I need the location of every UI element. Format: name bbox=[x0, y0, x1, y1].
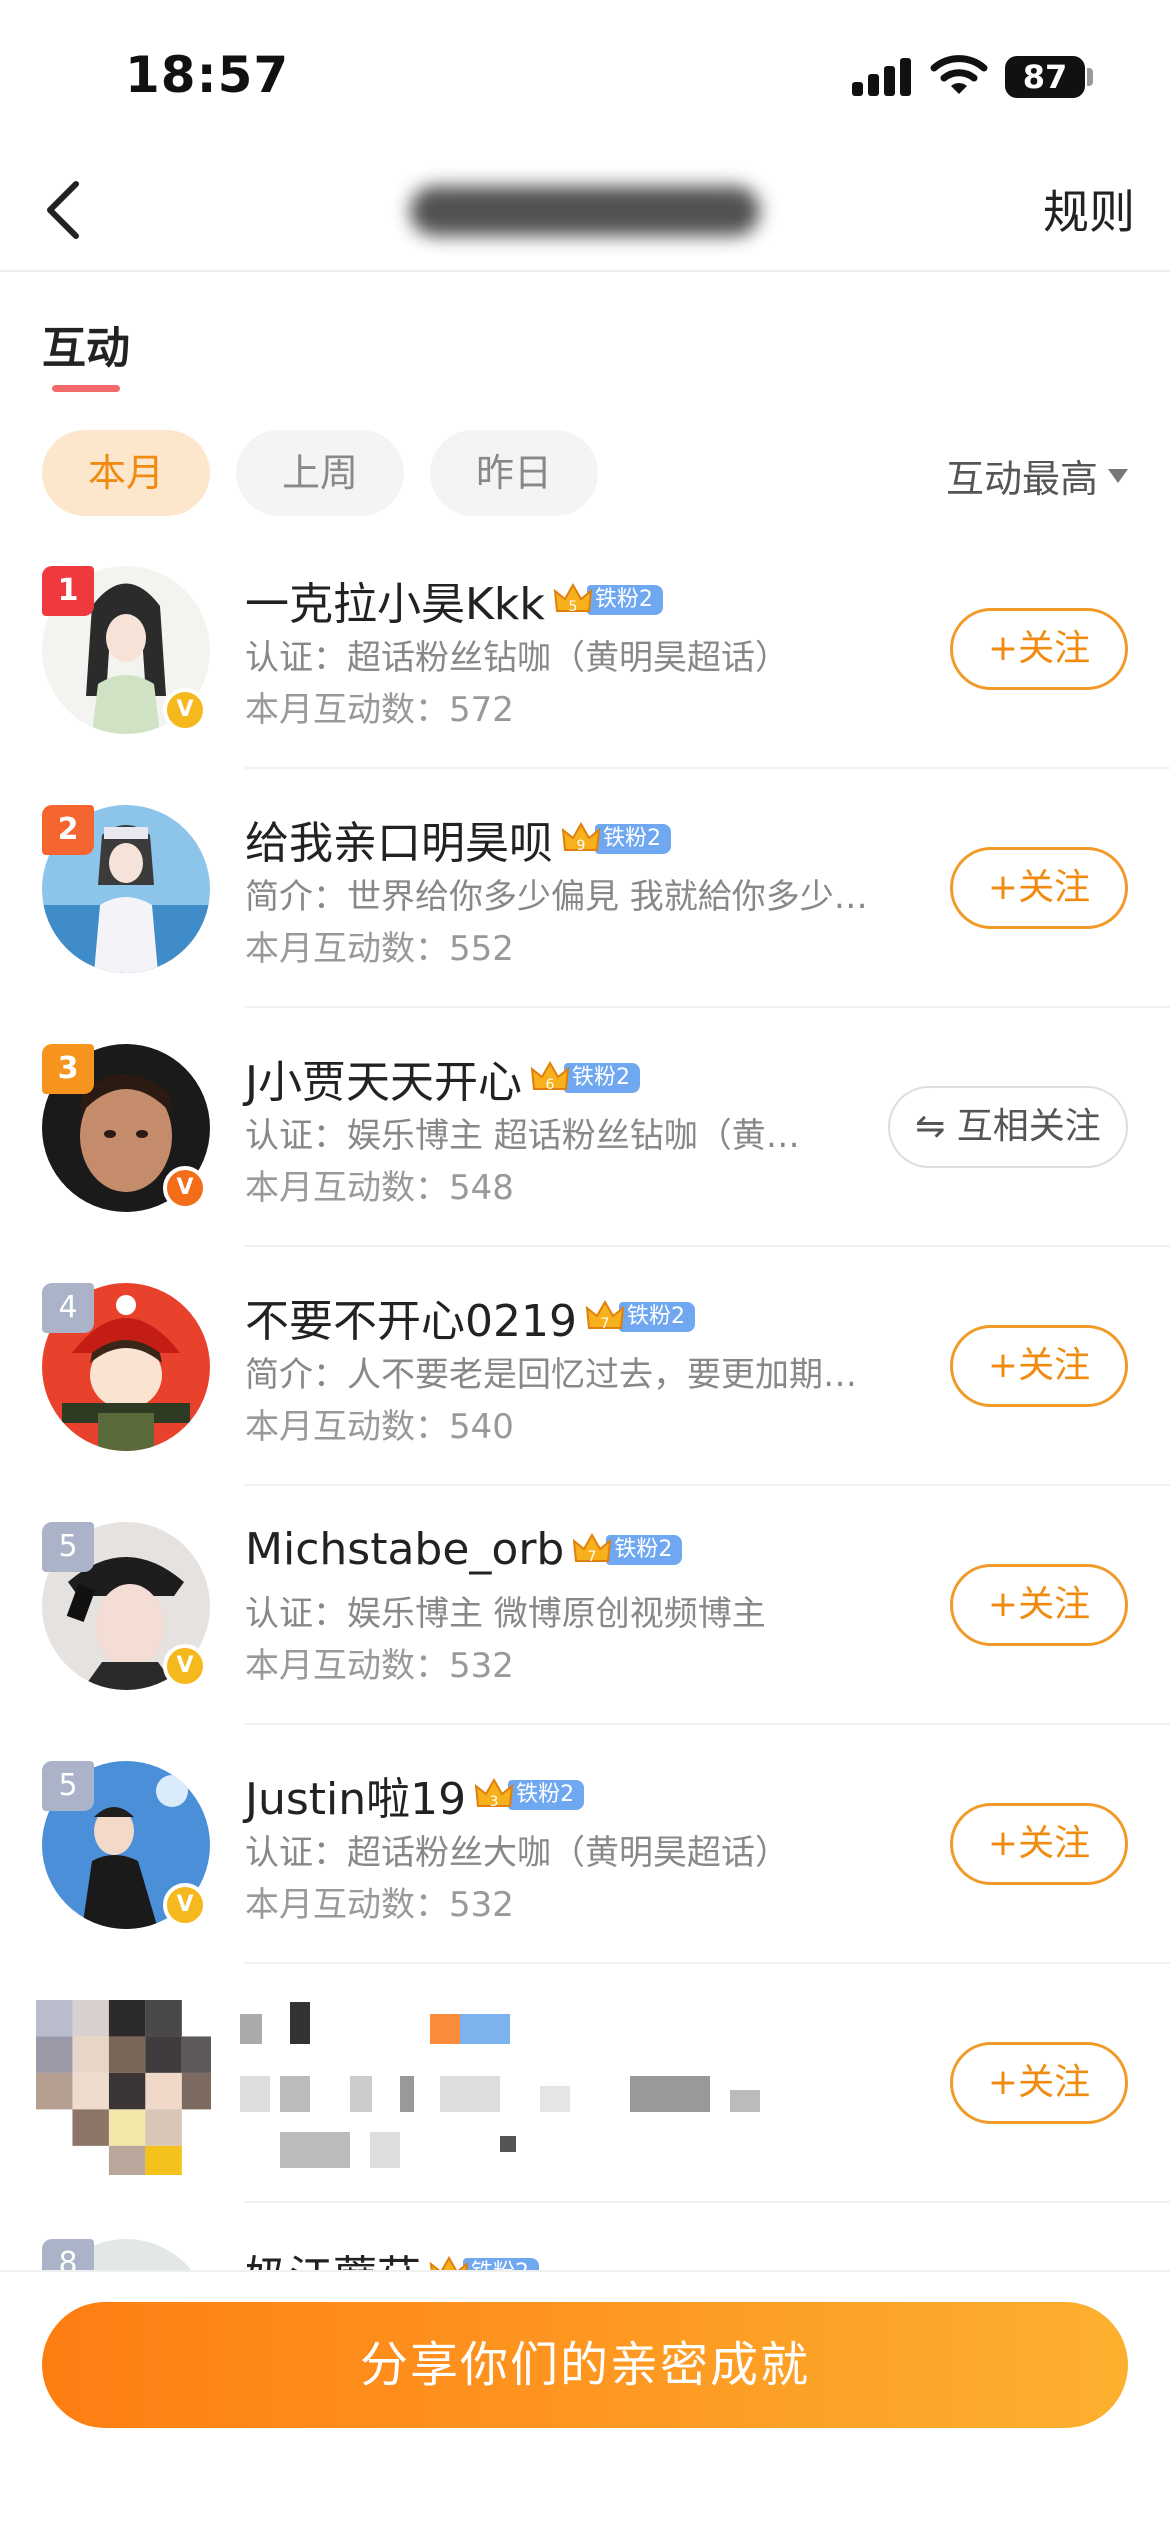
user-info-pixelated bbox=[240, 2002, 760, 2168]
interaction-count: 本月互动数：540 bbox=[245, 1407, 514, 1447]
user-description: 认证：娱乐博主 微博原创视频博主 bbox=[245, 1594, 766, 1634]
fan-badge-label: 铁粉2 bbox=[563, 1063, 640, 1093]
rank-badge: 2 bbox=[42, 805, 94, 855]
svg-text:7: 7 bbox=[588, 1549, 597, 1565]
user-description: 认证：超话粉丝钻咖（黄明昊超话） bbox=[245, 638, 789, 678]
fan-badge-label: 铁粉2 bbox=[508, 1780, 585, 1810]
interaction-count: 本月互动数：552 bbox=[245, 929, 514, 969]
interaction-count: 本月互动数：532 bbox=[245, 1646, 514, 1686]
share-achievement-button[interactable]: 分享你们的亲密成就 bbox=[42, 2302, 1128, 2428]
user-name[interactable]: 不要不开心0219 bbox=[245, 1285, 577, 1349]
user-name[interactable]: Michstabe_orb bbox=[245, 1524, 564, 1575]
period-tab-this-month[interactable]: 本月 bbox=[42, 430, 210, 516]
list-item[interactable]: 2 给我亲口明昊呗 9 铁粉2 简介：世界给你多少偏見 我就給你多少… 本月互动… bbox=[0, 769, 1170, 1008]
list-item[interactable]: 5 V Justin啦19 3 铁粉2 认证：超话粉丝大咖（黄明昊超话） 本月互… bbox=[0, 1725, 1170, 1964]
status-time: 18:57 bbox=[125, 46, 290, 104]
fan-level-badge: 5 铁粉2 bbox=[553, 582, 663, 618]
fan-badge-label: 铁粉2 bbox=[586, 585, 663, 615]
nav-bar: 规则 bbox=[0, 150, 1170, 272]
interaction-count: 本月互动数：532 bbox=[245, 1885, 514, 1925]
fan-badge-label: 铁粉2 bbox=[463, 2258, 539, 2270]
fan-level-badge: 铁粉2 bbox=[429, 2255, 539, 2270]
follow-button[interactable]: +关注 bbox=[950, 1564, 1128, 1646]
list-item[interactable]: 4 不要不开心0219 7 铁粉2 简介：人不要老是回忆过去，要更加期… 本月互… bbox=[0, 1247, 1170, 1486]
svg-text:9: 9 bbox=[577, 838, 586, 854]
crown-icon: 6 bbox=[530, 1060, 570, 1093]
crown-icon: 7 bbox=[585, 1299, 625, 1332]
period-tab-yesterday[interactable]: 昨日 bbox=[430, 430, 598, 516]
fan-badge-label: 铁粉2 bbox=[606, 1534, 683, 1565]
user-description: 简介：世界给你多少偏見 我就給你多少… bbox=[245, 877, 868, 917]
mutual-follow-button[interactable]: ⇋ 互相关注 bbox=[888, 1086, 1128, 1168]
avatar-pixelated[interactable] bbox=[36, 2000, 211, 2175]
fan-level-badge: 6 铁粉2 bbox=[530, 1060, 640, 1096]
period-tabs: 本月 上周 昨日 bbox=[42, 430, 598, 516]
crown-icon: 9 bbox=[561, 821, 601, 854]
crown-icon: 3 bbox=[474, 1777, 514, 1810]
follow-button[interactable]: +关注 bbox=[950, 1325, 1128, 1407]
crown-icon: 5 bbox=[553, 582, 593, 615]
rank-badge: 5 bbox=[42, 1761, 94, 1811]
list-item[interactable]: 5 V Michstabe_orb 7 铁粉2 认证：娱乐博主 微博原创视频博主… bbox=[0, 1486, 1170, 1725]
rank-badge: 8 bbox=[42, 2239, 94, 2270]
caret-down-icon bbox=[1108, 468, 1128, 483]
fan-level-badge: 3 铁粉2 bbox=[474, 1777, 585, 1813]
follow-button[interactable]: +关注 bbox=[950, 847, 1128, 929]
period-tab-last-week[interactable]: 上周 bbox=[236, 430, 404, 516]
user-description: 认证：超话粉丝大咖（黄明昊超话） bbox=[245, 1833, 789, 1873]
fan-badge-label: 铁粉2 bbox=[595, 824, 671, 854]
crown-icon: 7 bbox=[573, 1532, 612, 1565]
verified-badge-icon: V bbox=[163, 1883, 207, 1927]
interaction-count: 本月互动数：548 bbox=[245, 1168, 514, 1208]
verified-badge-icon: V bbox=[163, 1166, 207, 1210]
tab-interaction[interactable]: 互动 bbox=[42, 312, 130, 376]
crown-icon bbox=[429, 2255, 469, 2270]
svg-text:7: 7 bbox=[601, 1316, 610, 1332]
back-arrow-icon[interactable] bbox=[28, 170, 108, 250]
list-item[interactable]: 1 V 一克拉小昊Kkk 5 铁粉2 认证：超话粉丝钻咖（黄明昊超话） 本月互动… bbox=[0, 530, 1170, 769]
fan-badge-label: 铁粉2 bbox=[618, 1302, 695, 1332]
svg-text:3: 3 bbox=[490, 1794, 499, 1810]
follow-button[interactable]: +关注 bbox=[950, 608, 1128, 690]
list-item[interactable]: 8 奶江蘑菇 铁粉2 bbox=[0, 2203, 1170, 2270]
list-item-redacted[interactable]: +关注 bbox=[0, 1964, 1170, 2203]
wifi-icon bbox=[930, 55, 988, 94]
follow-button[interactable]: +关注 bbox=[950, 1803, 1128, 1885]
user-name[interactable]: 一克拉小昊Kkk bbox=[245, 568, 545, 632]
fan-level-badge: 9 铁粉2 bbox=[561, 821, 671, 857]
rank-badge: 1 bbox=[42, 566, 94, 616]
rank-badge: 3 bbox=[42, 1044, 94, 1094]
sort-dropdown[interactable]: 互动最高 bbox=[946, 448, 1128, 503]
cellular-signal-icon bbox=[852, 58, 912, 96]
user-description: 简介：人不要老是回忆过去，要更加期… bbox=[245, 1355, 857, 1395]
user-name[interactable]: 给我亲口明昊呗 bbox=[245, 807, 553, 871]
tab-active-indicator bbox=[52, 385, 120, 392]
battery-icon: 87 bbox=[1005, 56, 1085, 98]
user-name[interactable]: J小贾天天开心 bbox=[245, 1046, 522, 1110]
verified-badge-icon: V bbox=[163, 1644, 207, 1688]
svg-text:6: 6 bbox=[546, 1077, 555, 1093]
follow-button[interactable]: +关注 bbox=[950, 2042, 1128, 2124]
fan-level-badge: 7 铁粉2 bbox=[572, 1532, 683, 1568]
status-bar: 18:57 87 bbox=[0, 0, 1170, 150]
rules-link[interactable]: 规则 bbox=[1043, 176, 1135, 242]
sort-label: 互动最高 bbox=[945, 457, 1098, 501]
svg-text:5: 5 bbox=[568, 599, 577, 615]
user-name[interactable]: 奶江蘑菇 bbox=[245, 2241, 421, 2270]
list-item[interactable]: 3 V J小贾天天开心 6 铁粉2 认证：娱乐博主 超话粉丝钻咖（黄… 本月互动… bbox=[0, 1008, 1170, 1247]
fan-level-badge: 7 铁粉2 bbox=[585, 1299, 695, 1335]
battery-cap bbox=[1087, 68, 1093, 86]
rank-badge: 5 bbox=[42, 1522, 94, 1572]
verified-badge-icon: V bbox=[163, 688, 207, 732]
rank-badge: 4 bbox=[42, 1283, 94, 1333]
user-name[interactable]: Justin啦19 bbox=[245, 1763, 466, 1827]
user-description: 认证：娱乐博主 超话粉丝钻咖（黄… bbox=[245, 1116, 800, 1156]
nav-title-redacted bbox=[410, 186, 760, 236]
interaction-count: 本月互动数：572 bbox=[245, 690, 514, 730]
interaction-list: 1 V 一克拉小昊Kkk 5 铁粉2 认证：超话粉丝钻咖（黄明昊超话） 本月互动… bbox=[0, 530, 1170, 2270]
